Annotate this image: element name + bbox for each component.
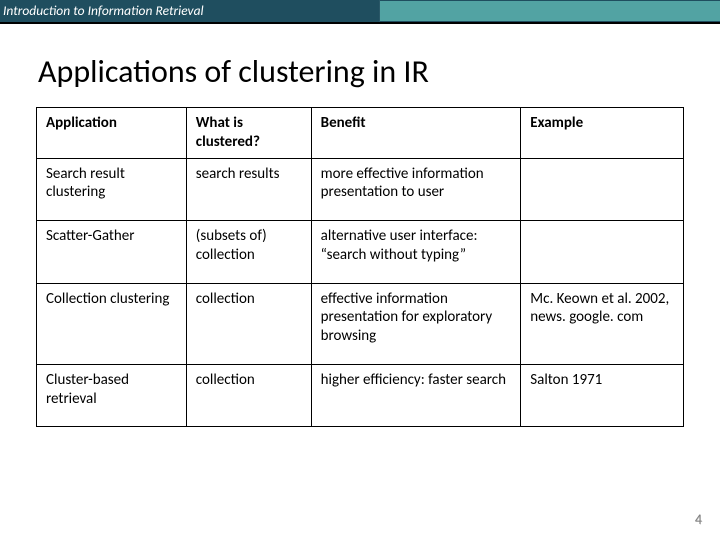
cell-what: collection [186,283,311,364]
cell-example [521,158,684,221]
applications-table: Application What is clustered? Benefit E… [36,107,684,427]
cell-application: Cluster-based retrieval [37,364,187,427]
cell-example: Mc. Keown et al. 2002, news. google. com [521,283,684,364]
cell-benefit: effective information presentation for e… [311,283,521,364]
cell-what: search results [186,158,311,221]
table-header-row: Application What is clustered? Benefit E… [37,108,684,159]
table-row: Scatter-Gather (subsets of) collection a… [37,221,684,284]
col-header-application: Application [37,108,187,159]
course-title: Introduction to Information Retrieval [0,0,380,22]
cell-benefit: more effective information presentation … [311,158,521,221]
col-header-example: Example [521,108,684,159]
col-header-what: What is clustered? [186,108,311,159]
cell-application: Collection clustering [37,283,187,364]
table-row: Cluster-based retrieval collection highe… [37,364,684,427]
cell-example: Salton 1971 [521,364,684,427]
cell-what: (subsets of) collection [186,221,311,284]
cell-benefit: alternative user interface: “search with… [311,221,521,284]
slide-title: Applications of clustering in IR [38,52,720,91]
slide: Introduction to Information Retrieval Ap… [0,0,720,540]
header-bar: Introduction to Information Retrieval [0,0,720,24]
page-number: 4 [695,511,702,528]
cell-what: collection [186,364,311,427]
table-row: Collection clustering collection effecti… [37,283,684,364]
cell-application: Scatter-Gather [37,221,187,284]
cell-benefit: higher efficiency: faster search [311,364,521,427]
cell-application: Search result clustering [37,158,187,221]
table-row: Search result clustering search results … [37,158,684,221]
header-accent [380,1,720,21]
col-header-benefit: Benefit [311,108,521,159]
cell-example [521,221,684,284]
